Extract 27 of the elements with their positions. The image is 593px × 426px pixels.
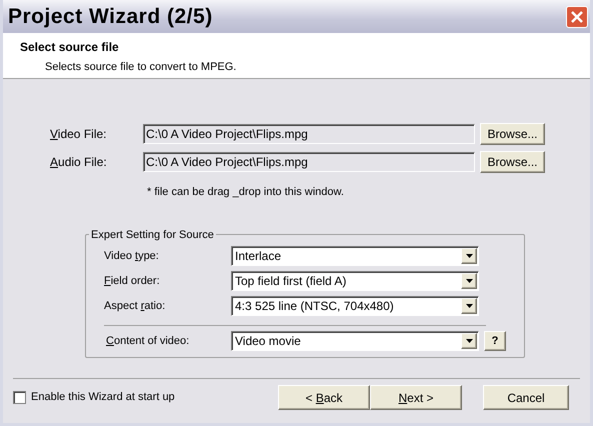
window-title: Project Wizard (2/5) [8,4,213,30]
content-dropdown[interactable]: Video movie [231,331,479,351]
header-subtitle: Selects source file to convert to MPEG. [44,60,238,75]
close-icon [571,10,583,22]
checkbox-label: Enable this Wizard at start up [31,390,176,406]
browse-button[interactable]: Browse... [480,151,545,173]
help-button[interactable]: ? [484,331,506,351]
setting-label: Field order: [104,274,161,289]
setting-label: Aspect ratio: [104,298,166,314]
wizard-button[interactable]: Next > [370,385,462,410]
field-label: Audio File: [50,154,108,171]
setting-label: Content of video: [105,334,190,349]
file-path-field[interactable]: C:\0 A Video Project\Flips.mpg [143,124,475,144]
setting-label: Video type: [104,248,160,264]
wizard-button[interactable]: < Back [278,385,370,410]
close-button[interactable] [566,6,588,28]
file-path-field[interactable]: C:\0 A Video Project\Flips.mpg [143,152,475,172]
field-label: Video File: [50,126,108,143]
setting-dropdown[interactable]: Interlace [231,246,479,266]
group-title: Expert Setting for Source [90,228,215,242]
drag-drop-note: * file can be drag _drop into this window. [147,185,345,200]
wizard-button[interactable]: Cancel [483,385,569,410]
checkbox[interactable] [13,391,26,404]
setting-dropdown[interactable]: 4:3 525 line (NTSC, 704x480) [231,296,479,316]
header-title: Select source file [20,39,120,56]
setting-dropdown[interactable]: Top field first (field A) [231,271,479,291]
browse-button[interactable]: Browse... [480,123,545,145]
